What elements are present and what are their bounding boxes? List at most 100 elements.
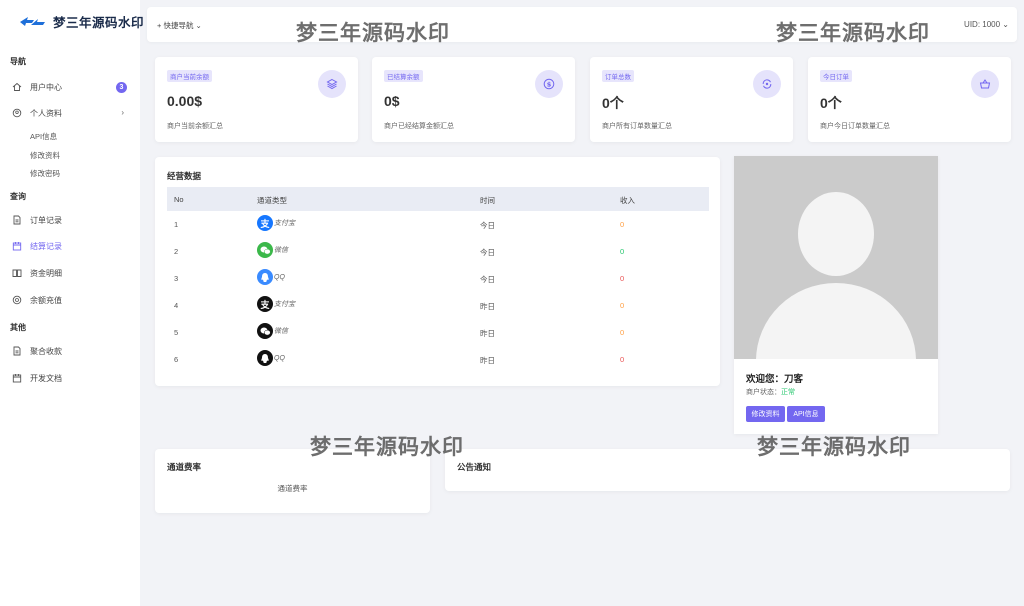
column-header: 时间	[480, 196, 495, 205]
merchant-status: 商户状态：正常	[746, 387, 795, 397]
sidebar-item-label: 结算记录	[30, 241, 62, 251]
cell-time: 今日	[480, 275, 495, 284]
sidebar-item-funds[interactable]: 资金明细	[12, 265, 130, 281]
stat-value: 0.00$	[167, 93, 203, 109]
calendar-icon	[12, 373, 22, 383]
nav-section-title: 导航	[10, 57, 26, 66]
dollar-icon: $	[535, 70, 563, 98]
cell-no: 2	[174, 247, 179, 256]
cell-time: 昨日	[480, 329, 495, 338]
chevron-right-icon: ›	[121, 108, 124, 117]
sidebar-subitem-edit-profile[interactable]: 修改资料	[30, 150, 60, 161]
sidebar-item-orders[interactable]: 订单记录	[12, 212, 130, 228]
uid-dropdown[interactable]: UID: 1000 ⌄	[964, 20, 1009, 29]
api-info-button[interactable]: API信息	[787, 406, 825, 422]
notice-title: 公告通知	[457, 462, 492, 472]
cell-time: 今日	[480, 248, 495, 257]
status-badge: 正常	[781, 389, 795, 396]
sidebar-subitem-api-info[interactable]: API信息	[30, 131, 57, 142]
sidebar-item-settlements[interactable]: 结算记录	[12, 238, 130, 254]
cell-channel: 微信	[257, 323, 288, 339]
column-header: 收入	[620, 196, 635, 205]
channel-name: QQ	[274, 273, 285, 281]
logo-text: 梦三年源码水印	[53, 16, 145, 30]
sidebar-item-label: 开发文档	[30, 373, 62, 383]
quick-nav-button[interactable]: + 快捷导航 ⌄	[157, 20, 202, 31]
stat-desc: 商户当前余额汇总	[167, 123, 223, 130]
alipay-icon: 支	[257, 215, 273, 231]
logo[interactable]: 梦三年源码水印	[18, 12, 144, 31]
channel-name: 微信	[274, 328, 288, 335]
sidebar-item-profile[interactable]: 个人资料 ›	[12, 105, 130, 121]
sidebar-item-label: 聚合收款	[30, 346, 62, 356]
stat-value: 0个	[820, 95, 842, 111]
watermark: 梦三年源码水印	[296, 21, 450, 45]
stat-desc: 商户所有订单数量汇总	[602, 123, 672, 130]
channel-name: 支付宝	[274, 301, 295, 308]
cell-no: 3	[174, 274, 179, 283]
table-row: 6 QQ 昨日 0	[167, 346, 709, 373]
globe-icon	[12, 295, 22, 305]
layers-icon	[318, 70, 346, 98]
avatar	[734, 156, 938, 359]
sidebar-item-recharge[interactable]: 余额充值	[12, 292, 130, 308]
cell-no: 1	[174, 220, 179, 229]
file-icon	[12, 215, 22, 225]
stat-desc: 商户已经结算金额汇总	[384, 123, 454, 130]
sidebar-item-label: 订单记录	[30, 215, 62, 225]
book-icon	[12, 268, 22, 278]
sidebar-item-label: 余额充值	[30, 295, 62, 305]
channel-name: QQ	[274, 354, 285, 362]
channel-name: 支付宝	[274, 220, 295, 227]
table-row: 4 支 支付宝 昨日 0	[167, 292, 709, 319]
cell-channel: 支 支付宝	[257, 215, 295, 231]
sidebar-item-label: 用户中心	[30, 82, 62, 92]
cell-income: 0	[620, 328, 625, 337]
stat-desc: 商户今日订单数量汇总	[820, 123, 890, 130]
cell-no: 5	[174, 328, 179, 337]
stat-card-orders: 订单总数 0个 商户所有订单数量汇总	[590, 57, 793, 142]
sidebar-subitem-change-password[interactable]: 修改密码	[30, 168, 60, 179]
cell-income: 0	[620, 247, 625, 256]
basket-icon	[971, 70, 999, 98]
cell-time: 昨日	[480, 356, 495, 365]
nav-section-title: 查询	[10, 192, 26, 201]
channel-name: 微信	[274, 247, 288, 254]
welcome-text: 欢迎您：刀客	[746, 374, 804, 385]
stat-card-balance: 商户当前余额 0.00$ 商户当前余额汇总	[155, 57, 358, 142]
watermark: 梦三年源码水印	[757, 435, 911, 459]
sidebar-item-aggregate[interactable]: 聚合收款	[12, 343, 130, 359]
cell-no: 6	[174, 355, 179, 364]
cell-channel: QQ	[257, 269, 285, 285]
business-data-card: 经营数据 No 通道类型 时间 收入 1 支 支付宝 今日 0 2 微信 今日 …	[155, 157, 720, 386]
rates-title: 通道费率	[167, 462, 202, 472]
table-row: 1 支 支付宝 今日 0	[167, 211, 709, 238]
svg-text:$: $	[547, 80, 552, 88]
table-title: 经营数据	[167, 171, 202, 181]
edit-profile-button[interactable]: 修改资料	[746, 406, 785, 422]
watermark: 梦三年源码水印	[310, 435, 464, 459]
profile-card: 欢迎您：刀客 商户状态：正常 修改资料 API信息	[734, 156, 938, 434]
table-row: 3 QQ 今日 0	[167, 265, 709, 292]
stat-tag: 今日订单	[820, 70, 852, 82]
stat-tag: 订单总数	[602, 70, 634, 82]
home-icon	[12, 82, 22, 92]
sidebar-item-label: 个人资料	[30, 108, 62, 118]
stat-value: 0$	[384, 93, 400, 109]
profile-icon	[12, 108, 22, 118]
sidebar-item-user-center[interactable]: 用户中心 3	[12, 79, 130, 95]
qq-icon	[257, 269, 273, 285]
stat-card-settled: 已结算余额 0$ 商户已经结算金额汇总 $	[372, 57, 575, 142]
notification-badge: 3	[116, 82, 127, 93]
stat-tag: 商户当前余额	[167, 70, 212, 82]
sidebar-item-dev-docs[interactable]: 开发文档	[12, 370, 130, 386]
cell-channel: 支 支付宝	[257, 296, 295, 312]
alipay-icon: 支	[257, 296, 273, 312]
column-header: No	[174, 195, 184, 204]
status-label: 商户状态：	[746, 389, 781, 396]
wechat-icon	[257, 323, 273, 339]
cell-income: 0	[620, 220, 625, 229]
column-header: 通道类型	[257, 196, 287, 205]
cell-time: 昨日	[480, 302, 495, 311]
file-icon	[12, 346, 22, 356]
